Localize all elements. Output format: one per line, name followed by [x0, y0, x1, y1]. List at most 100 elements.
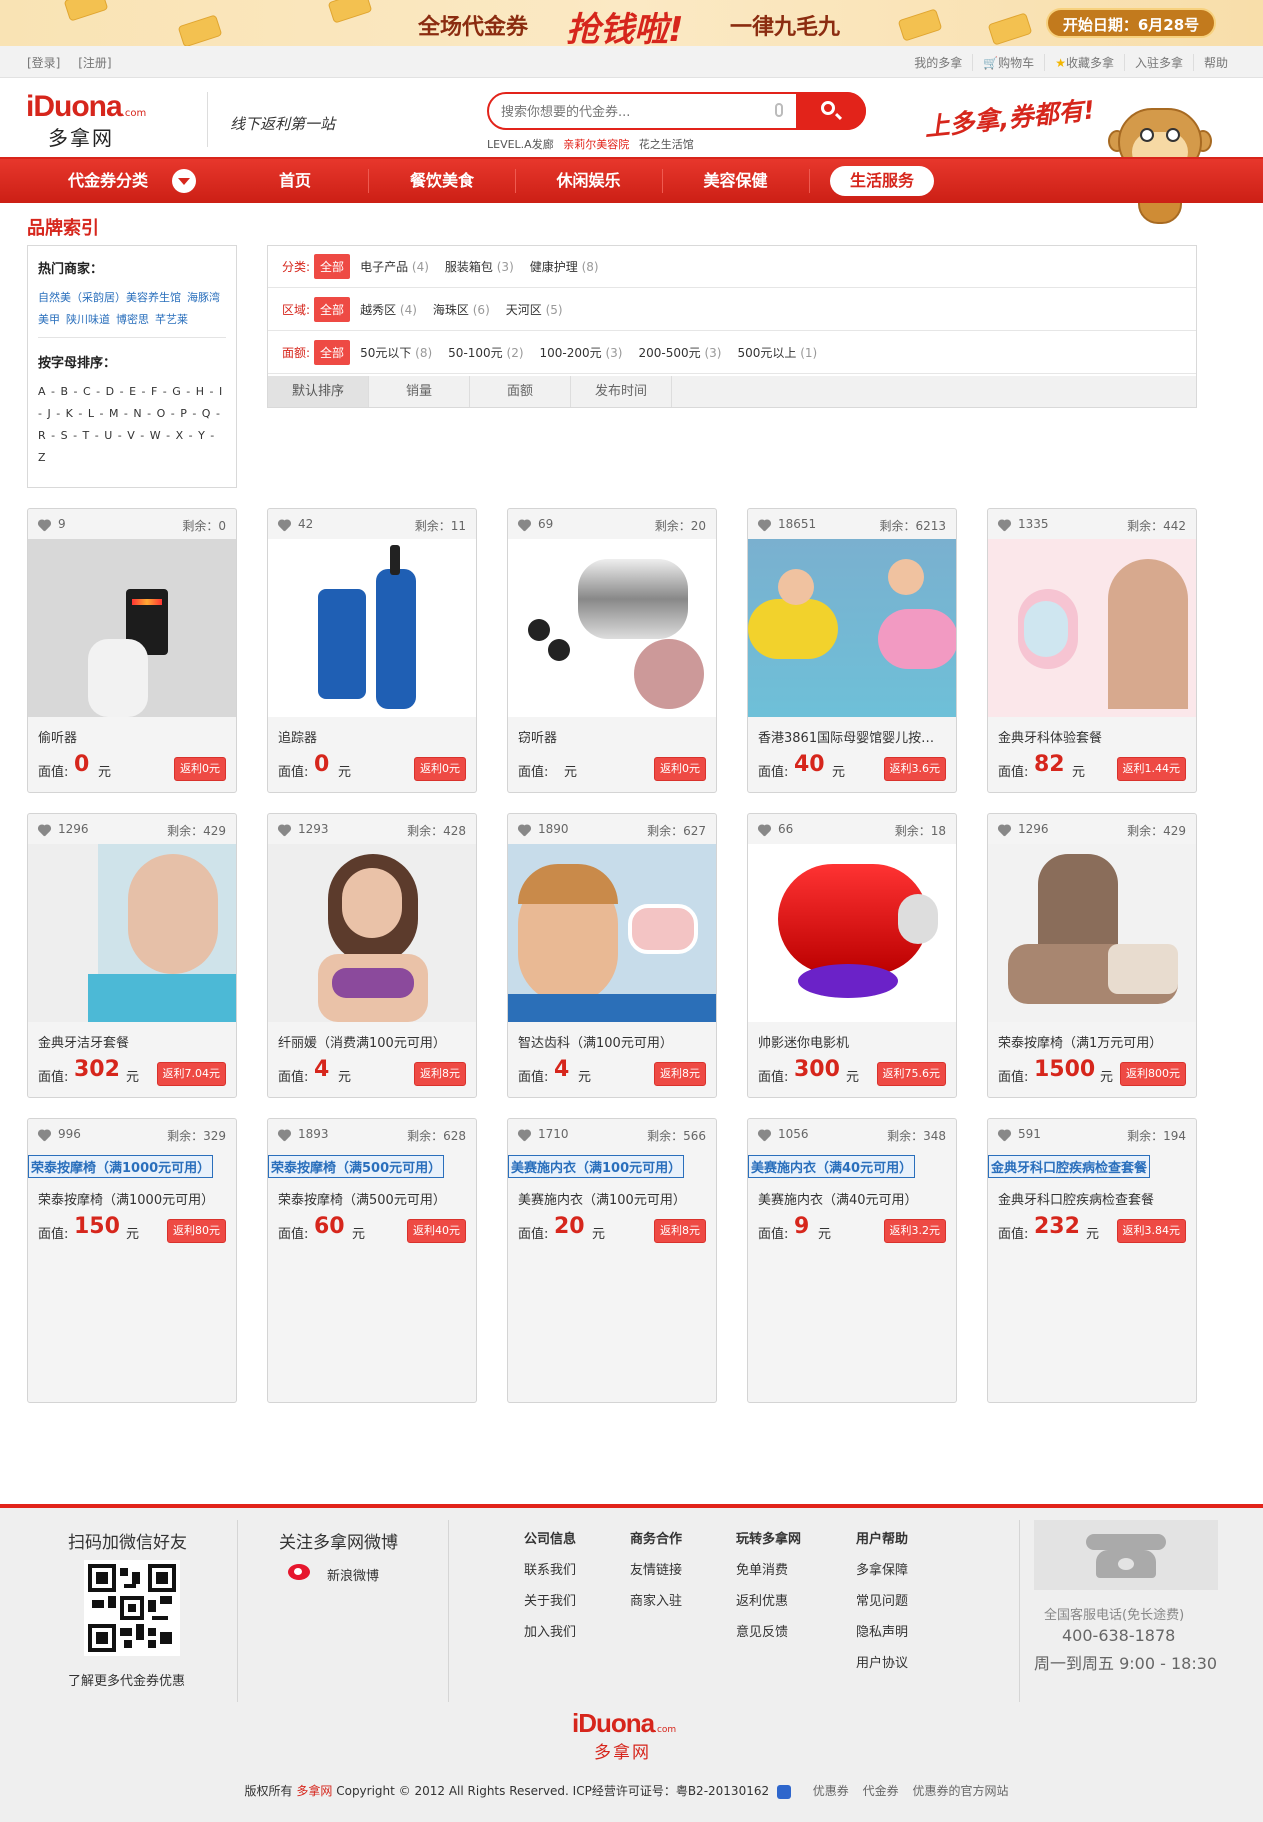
product-name[interactable]: 美赛施内衣（满40元可用）: [748, 1179, 956, 1209]
coupon-card[interactable]: 1890 剩余：627 智达齿科（满100元可用） 面值: 4 元 返利8元: [507, 813, 717, 1098]
product-name[interactable]: 荣泰按摩椅（满1万元可用）: [988, 1022, 1196, 1052]
coupon-card[interactable]: 69 剩余：20 窃听器 面值: 元 返利0元: [507, 508, 717, 793]
sort-default[interactable]: 默认排序: [268, 376, 369, 407]
product-name[interactable]: 纤丽媛（消费满100元可用）: [268, 1022, 476, 1052]
heart-icon[interactable]: [517, 824, 531, 835]
heart-icon[interactable]: [37, 1129, 51, 1140]
product-name[interactable]: 追踪器: [268, 717, 476, 747]
nav-leisure[interactable]: 休闲娱乐: [515, 159, 662, 203]
product-image[interactable]: [508, 539, 716, 717]
product-image-alt[interactable]: 荣泰按摩椅（满1000元可用）: [28, 1155, 214, 1178]
product-image[interactable]: [988, 844, 1196, 1022]
heart-icon[interactable]: [277, 519, 291, 530]
product-image-alt[interactable]: 美赛施内衣（满40元可用）: [748, 1155, 916, 1178]
heart-icon[interactable]: [757, 1129, 771, 1140]
my-account-link[interactable]: 我的多拿: [904, 54, 972, 71]
footer-link[interactable]: 常见问题: [856, 1590, 908, 1609]
hotword-link[interactable]: 花之生活馆: [639, 138, 694, 151]
rebate-badge[interactable]: 返利3.6元: [883, 757, 946, 781]
heart-icon[interactable]: [37, 824, 51, 835]
sort-value[interactable]: 面额: [470, 376, 571, 407]
footer-link[interactable]: 联系我们: [524, 1559, 576, 1578]
heart-icon[interactable]: [997, 1129, 1011, 1140]
heart-icon[interactable]: [277, 824, 291, 835]
filter-option[interactable]: 服装箱包 (3): [445, 258, 514, 275]
heart-icon[interactable]: [757, 824, 771, 835]
rebate-badge[interactable]: 返利8元: [654, 1062, 706, 1086]
filter-option[interactable]: 100-200元 (3): [540, 344, 623, 361]
coupon-card[interactable]: 1296 剩余：429 金典牙洁牙套餐 面值: 302 元 返利7.04元: [27, 813, 237, 1098]
hotword-link[interactable]: 亲莉尔美容院: [563, 138, 629, 151]
footer-link[interactable]: 关于我们: [524, 1590, 576, 1609]
filter-option[interactable]: 海珠区 (6): [433, 301, 490, 318]
rebate-badge[interactable]: 返利8元: [654, 1219, 706, 1243]
merchant-link[interactable]: 自然美（采韵居）美容养生馆: [38, 291, 181, 304]
heart-icon[interactable]: [757, 519, 771, 530]
coupon-card[interactable]: 996 剩余：329 荣泰按摩椅（满1000元可用） 荣泰按摩椅（满1000元可用…: [27, 1118, 237, 1403]
broken-image-link[interactable]: 金典牙科口腔疾病检查套餐: [988, 1149, 1196, 1179]
product-image[interactable]: [508, 844, 716, 1022]
filter-option[interactable]: 越秀区 (4): [360, 301, 417, 318]
product-name[interactable]: 荣泰按摩椅（满1000元可用）: [28, 1179, 236, 1209]
rebate-badge[interactable]: 返利40元: [407, 1219, 466, 1243]
rebate-badge[interactable]: 返利3.2元: [883, 1219, 946, 1243]
footer-link[interactable]: 友情链接: [630, 1559, 682, 1578]
footer-link[interactable]: 隐私声明: [856, 1621, 908, 1640]
merchant-link[interactable]: 陕川味道: [66, 313, 110, 326]
microphone-icon[interactable]: [775, 103, 783, 117]
promo-banner[interactable]: 全场代金券 抢钱啦! 一律九毛九 开始日期：6月28号: [0, 0, 1263, 46]
coupon-card[interactable]: 66 剩余：18 帅影迷你电影机 面值: 300 元 返利75.6元: [747, 813, 957, 1098]
broken-image-link[interactable]: 荣泰按摩椅（满500元可用）: [268, 1149, 476, 1179]
coupon-card[interactable]: 18651 剩余：6213 香港3861国际母婴馆婴儿按摩游泳 面值: 40 元…: [747, 508, 957, 793]
heart-icon[interactable]: [517, 1129, 531, 1140]
heart-icon[interactable]: [997, 824, 1011, 835]
filter-option[interactable]: 500元以上 (1): [737, 344, 817, 361]
product-name[interactable]: 金典牙科体验套餐: [988, 717, 1196, 747]
extra-link[interactable]: 优惠券的官方网站: [912, 1784, 1008, 1798]
filter-option[interactable]: 天河区 (5): [506, 301, 563, 318]
product-image[interactable]: [748, 844, 956, 1022]
heart-icon[interactable]: [37, 519, 51, 530]
filter-option[interactable]: 50元以下 (8): [360, 344, 432, 361]
heart-icon[interactable]: [997, 519, 1011, 530]
product-image[interactable]: [268, 844, 476, 1022]
coupon-card[interactable]: 1710 剩余：566 美赛施内衣（满100元可用） 美赛施内衣（满100元可用）…: [507, 1118, 717, 1403]
coupon-card[interactable]: 1056 剩余：348 美赛施内衣（满40元可用） 美赛施内衣（满40元可用） 面…: [747, 1118, 957, 1403]
rebate-badge[interactable]: 返利3.84元: [1116, 1219, 1186, 1243]
help-link[interactable]: 帮助: [1192, 54, 1238, 71]
weibo-icon[interactable]: [288, 1564, 310, 1580]
rebate-badge[interactable]: 返利8元: [414, 1062, 466, 1086]
rebate-badge[interactable]: 返利7.04元: [156, 1062, 226, 1086]
rebate-badge[interactable]: 返利0元: [414, 757, 466, 781]
product-image-alt[interactable]: 金典牙科口腔疾病检查套餐: [988, 1155, 1151, 1178]
filter-all-button[interactable]: 全部: [314, 340, 351, 365]
product-image[interactable]: [988, 539, 1196, 717]
category-menu[interactable]: 代金券分类: [68, 159, 218, 203]
nav-beauty[interactable]: 美容保健: [662, 159, 809, 203]
footer-link[interactable]: 返利优惠: [736, 1590, 801, 1609]
filter-option[interactable]: 200-500元 (3): [638, 344, 721, 361]
product-name[interactable]: 荣泰按摩椅（满500元可用）: [268, 1179, 476, 1209]
product-image[interactable]: [748, 539, 956, 717]
coupon-card[interactable]: 1893 剩余：628 荣泰按摩椅（满500元可用） 荣泰按摩椅（满500元可用）…: [267, 1118, 477, 1403]
copyright-site-link[interactable]: 多拿网: [296, 1784, 332, 1798]
alphabet-index[interactable]: A - B - C - D - E - F - G - H - I - J - …: [38, 381, 226, 469]
rebate-badge[interactable]: 返利0元: [174, 757, 226, 781]
weibo-link[interactable]: 新浪微博: [327, 1565, 379, 1584]
footer-link[interactable]: 意见反馈: [736, 1621, 801, 1640]
rebate-badge[interactable]: 返利800元: [1120, 1062, 1186, 1086]
extra-link[interactable]: 优惠券: [813, 1784, 849, 1798]
product-name[interactable]: 偷听器: [28, 717, 236, 747]
footer-link[interactable]: 商家入驻: [630, 1590, 682, 1609]
rebate-badge[interactable]: 返利0元: [654, 757, 706, 781]
coupon-card[interactable]: 42 剩余：11 追踪器 面值: 0 元 返利0元: [267, 508, 477, 793]
product-name[interactable]: 金典牙科口腔疾病检查套餐: [988, 1179, 1196, 1209]
filter-option[interactable]: 50-100元 (2): [448, 344, 523, 361]
coupon-card[interactable]: 9 剩余：0 偷听器 面值: 0 元 返利0元: [27, 508, 237, 793]
footer-link[interactable]: 用户协议: [856, 1652, 908, 1671]
product-image[interactable]: [28, 539, 236, 717]
product-name[interactable]: 美赛施内衣（满100元可用）: [508, 1179, 716, 1209]
filter-option[interactable]: 健康护理 (8): [530, 258, 599, 275]
merchant-link[interactable]: 芊艺莱: [155, 313, 188, 326]
filter-option[interactable]: 电子产品 (4): [360, 258, 429, 275]
